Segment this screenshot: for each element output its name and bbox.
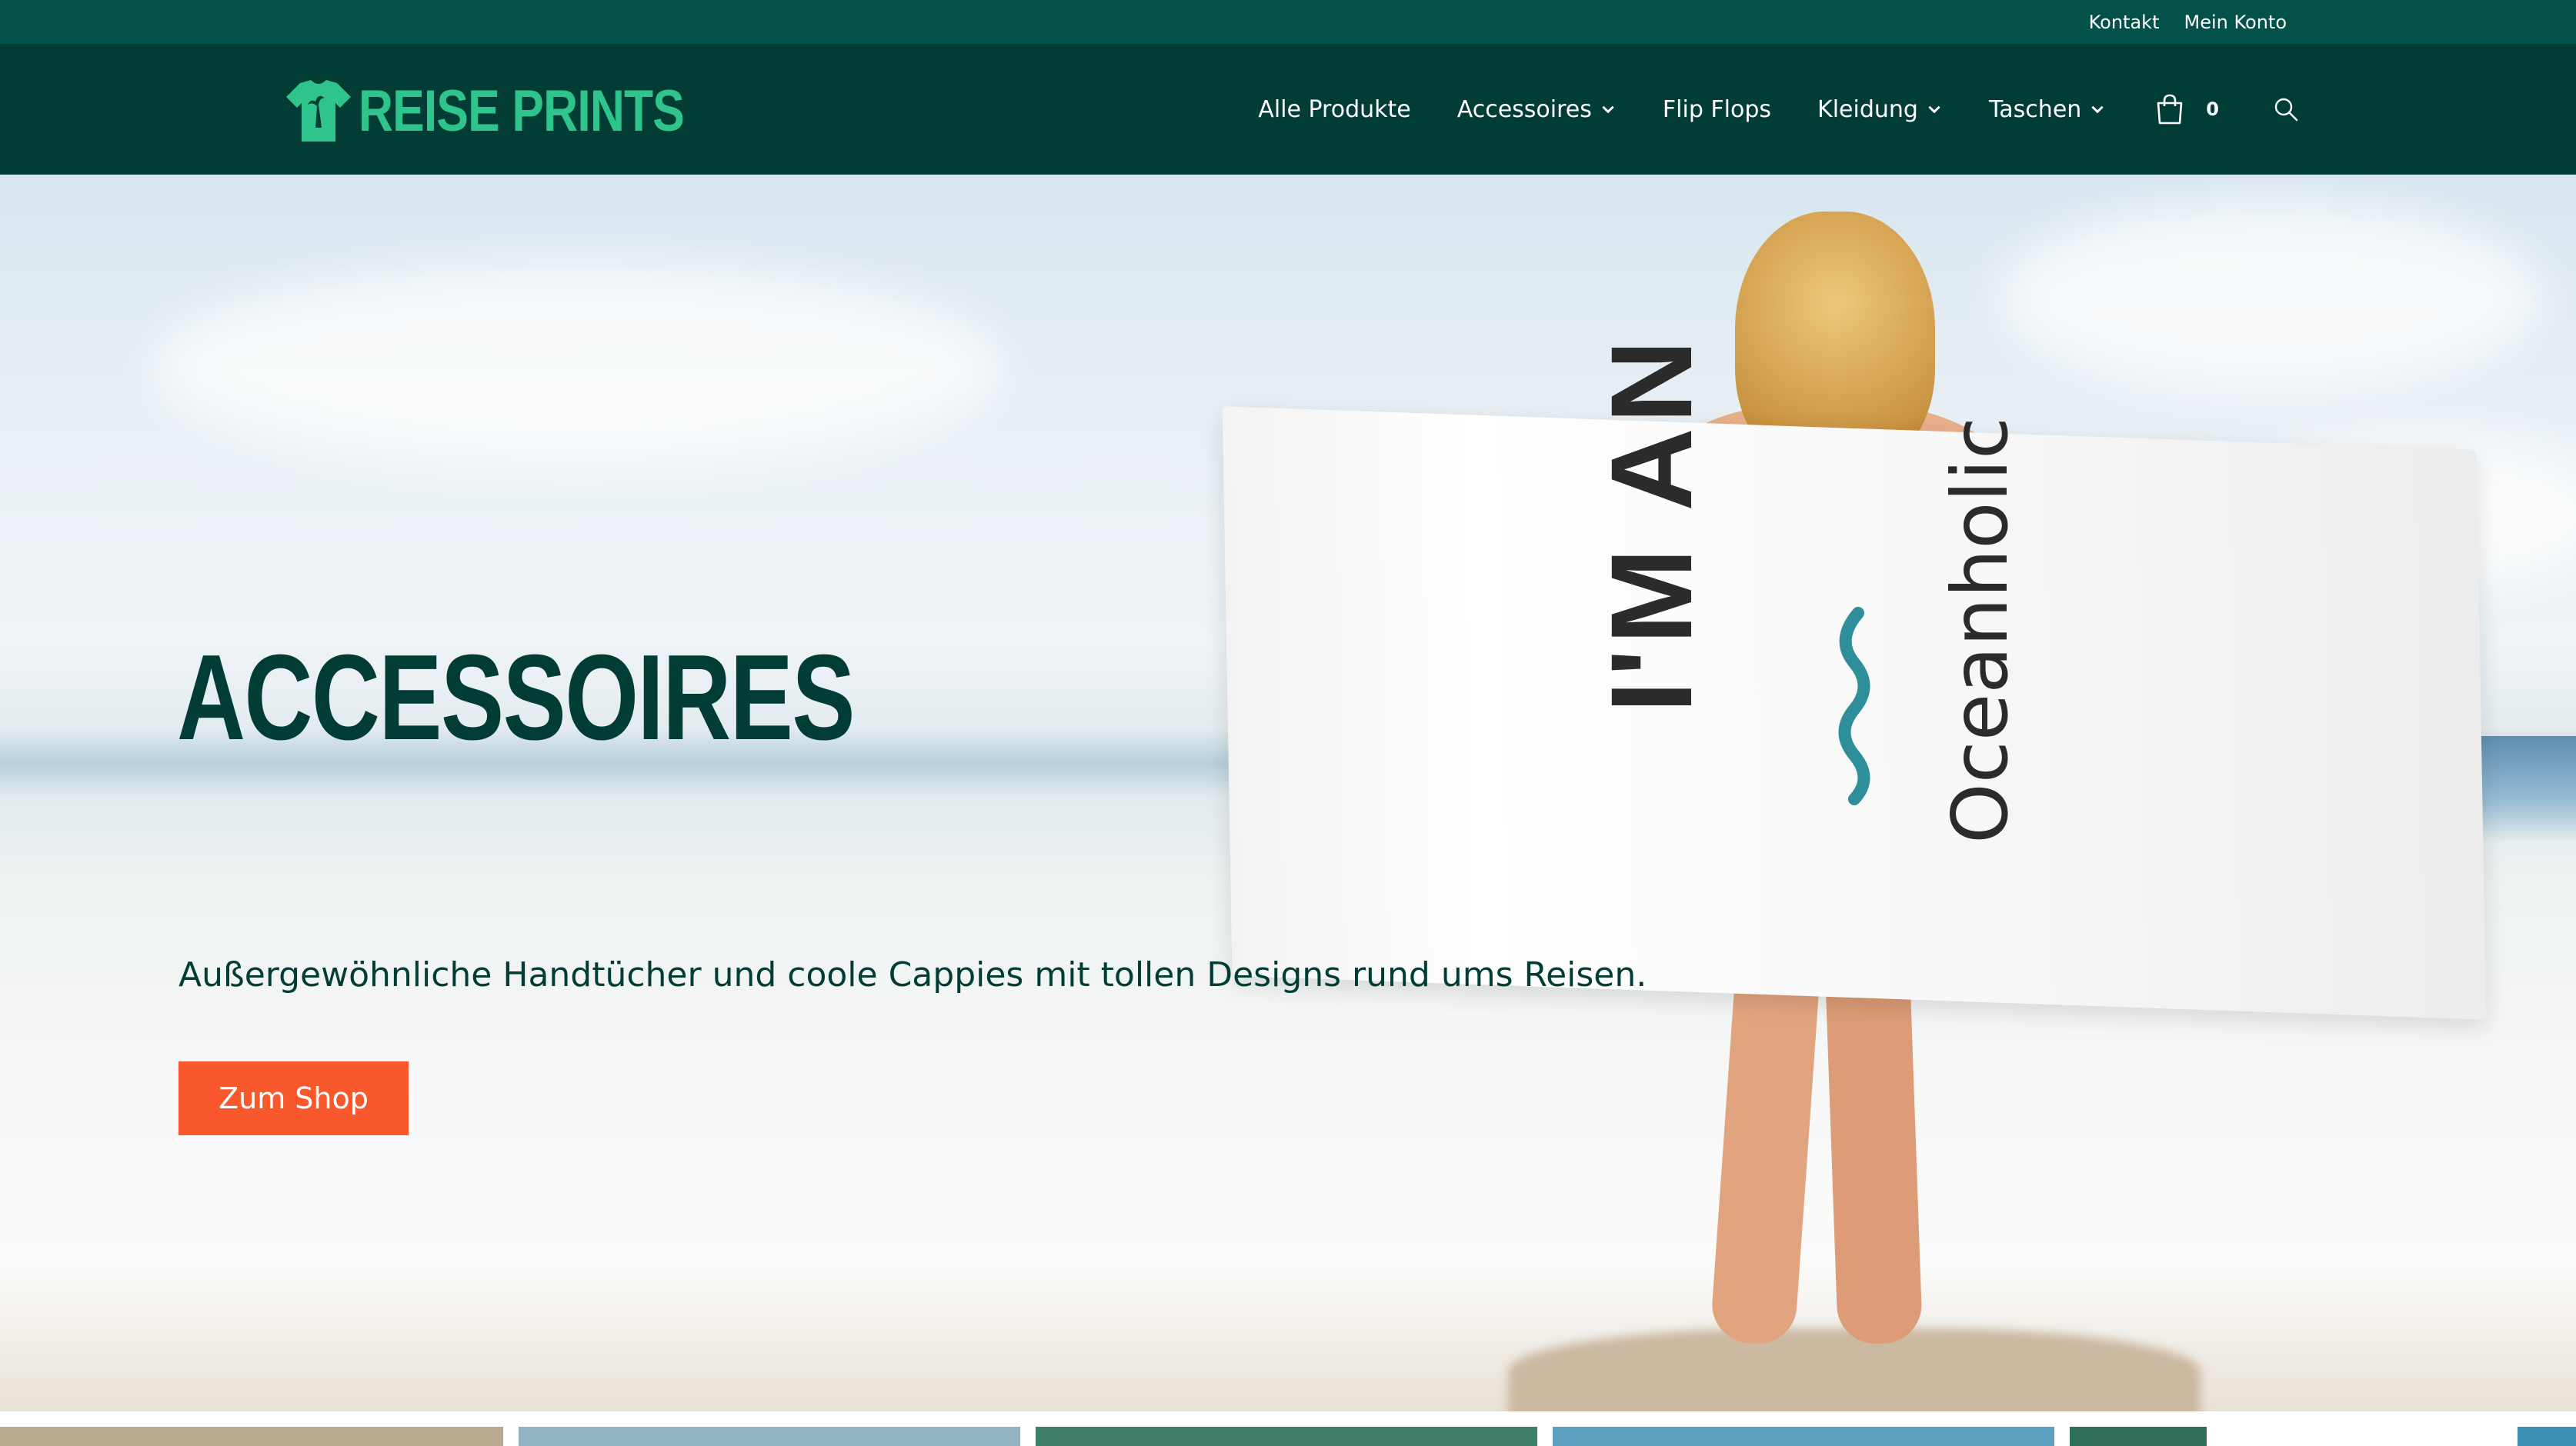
logo[interactable]: REISE PRINTS [285,76,756,145]
category-thumbnail[interactable] [1553,1427,2054,1446]
person-leg [1709,941,1823,1347]
category-thumbnails [0,1427,2576,1446]
nav-item-kleidung[interactable]: Kleidung [1817,96,1943,123]
cart-count: 0 [2206,98,2219,120]
wave-graphic-icon [1838,607,1870,805]
nav-label: Accessoires [1457,95,1592,123]
chevron-down-icon [1602,105,1614,114]
top-links: Kontakt Mein Konto [2089,0,2287,44]
sand-patch [1508,1328,2201,1411]
search-icon[interactable] [2273,96,2299,122]
nav-item-flip-flops[interactable]: Flip Flops [1663,96,1771,123]
logo-text: REISE PRINTS [359,78,685,144]
shopping-bag-icon [2157,94,2183,125]
category-thumbnail[interactable] [519,1427,1020,1446]
tshirt-logo-icon [286,80,351,142]
hero-subtitle: Außergewöhnliche Handtücher und coole Ca… [179,955,1647,995]
chevron-down-icon [1928,105,1940,114]
category-thumbnail[interactable] [0,1427,503,1446]
category-thumbnail[interactable] [2070,1427,2207,1446]
cart-button[interactable]: 0 [2155,94,2219,125]
nav-label: Flip Flops [1662,95,1772,123]
category-thumbnail[interactable] [2518,1427,2576,1446]
hero-banner: I'M AN Oceanholic ACCESSOIRES Außergewöh… [0,175,2576,1411]
nav-item-alle-produkte[interactable]: Alle Produkte [1258,96,1410,123]
hero-title: ACCESSOIRES [177,630,856,765]
towel-print-text: Oceanholic [1935,417,2025,844]
person-leg [1824,942,1924,1345]
nav-label: Alle Produkte [1258,95,1411,123]
towel-print-text: I'M AN [1587,335,1716,713]
contact-link[interactable]: Kontakt [2089,12,2160,33]
nav-label: Taschen [1988,95,2082,123]
nav-item-accessoires[interactable]: Accessoires [1457,96,1617,123]
top-bar: Kontakt Mein Konto [0,0,2576,44]
cloud [154,267,1000,467]
cloud [2000,205,2539,390]
nav-item-taschen[interactable]: Taschen [1989,96,2106,123]
category-thumbnail[interactable] [1036,1427,1537,1446]
main-nav: Alle Produkte Accessoires Flip Flops Kle… [1212,44,2299,175]
my-account-link[interactable]: Mein Konto [2184,12,2287,33]
chevron-down-icon [2091,105,2104,114]
site-header: REISE PRINTS Alle Produkte Accessoires F… [0,44,2576,175]
shop-button[interactable]: Zum Shop [179,1061,409,1135]
nav-label: Kleidung [1817,95,1918,123]
